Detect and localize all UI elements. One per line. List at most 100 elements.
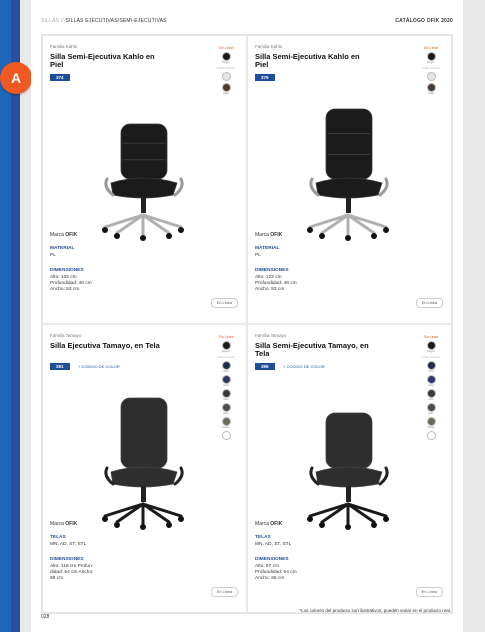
swatch-header: Sin Línea xyxy=(423,335,439,339)
brand-name: OFIK xyxy=(65,232,78,238)
product-card: Familia Kahlo Silla Semi-Ejecutiva Kahlo… xyxy=(247,35,452,324)
swatch-subheader: Sobre Pedido xyxy=(421,355,441,359)
product-photo xyxy=(83,91,203,241)
product-code: 375 xyxy=(255,74,275,81)
swatch-label: Café xyxy=(428,91,434,95)
color-swatch[interactable] xyxy=(221,431,231,440)
online-button[interactable]: En Línea xyxy=(415,298,443,308)
chair-image xyxy=(307,412,389,530)
brand-label: Marca xyxy=(50,232,64,238)
product-name: Silla Semi-Ejecutiva Tamayo, en Tela xyxy=(255,341,369,358)
product-name: Silla Ejecutiva Tamayo, en Tela xyxy=(50,341,160,350)
swatch-label: Negro xyxy=(222,60,230,64)
color-swatch[interactable] xyxy=(426,431,436,440)
product-code: 391 xyxy=(50,363,70,370)
product-family: Familia Kahlo xyxy=(50,44,78,49)
dimensions-value: Alto: 97 cm Profundidad: 54 cm Ancho: 68… xyxy=(255,564,297,581)
product-code: 395 xyxy=(255,363,275,370)
brand-name: OFIK xyxy=(65,521,78,527)
dimensions-value: Alto: 122 cm Profundidad: 48 cm Ancho: 5… xyxy=(255,275,297,292)
product-photo xyxy=(288,380,408,530)
swatch-label: Negro xyxy=(427,349,435,353)
annotation-badge: A xyxy=(0,62,32,94)
brand-line: Marca OFIK xyxy=(255,521,282,527)
color-code-link[interactable]: + CÓDIGO DE COLOR xyxy=(283,363,325,370)
dimensions-title: DIMENSIONES xyxy=(50,557,84,562)
swatch-label: Gris xyxy=(428,411,434,415)
swatch-label: Café xyxy=(223,91,229,95)
swatch-label: Verde xyxy=(427,425,435,429)
material-title: MATERIAL xyxy=(50,246,75,251)
breadcrumb-text: SILLAS EJECUTIVAS/SEMI-EJECUTIVAS xyxy=(65,18,167,24)
product-name: Silla Semi-Ejecutiva Kahlo en Piel xyxy=(50,52,155,69)
color-code-link[interactable]: + CÓDIGO DE COLOR xyxy=(78,363,120,370)
product-card: Familia Kahlo Silla Semi-Ejecutiva Kahlo… xyxy=(42,35,247,324)
swatch-header: Sin Línea xyxy=(218,335,234,339)
swatch-header: Sin Línea xyxy=(218,46,234,50)
swatch-label: Negro xyxy=(427,60,435,64)
swatch-column: Sin Línea Negro Sobre Pedido Café xyxy=(214,46,238,95)
brand-name: OFIK xyxy=(270,232,283,238)
swatch-column: Sin Línea Negro Sobre Pedido Azul Azul Gr… xyxy=(214,335,238,440)
catalog-title: CATÁLOGO OFIK 2020 xyxy=(395,18,453,24)
brand-label: Marca xyxy=(255,521,269,527)
brand-name: OFIK xyxy=(270,521,283,527)
brand-line: Marca OFIK xyxy=(50,232,77,238)
brand-line: Marca OFIK xyxy=(255,232,282,238)
online-button[interactable]: En Línea xyxy=(415,587,443,597)
dimensions-title: DIMENSIONES xyxy=(255,268,289,273)
chair-image xyxy=(307,108,389,241)
swatch-subheader: Sobre Pedido xyxy=(216,355,236,359)
catalog-page: SILLAS // SILLAS EJECUTIVAS/SEMI-EJECUTI… xyxy=(31,0,463,632)
material-value: PL xyxy=(50,253,56,258)
swatch-label: Verde xyxy=(222,425,230,429)
color-swatch[interactable] xyxy=(221,72,231,81)
breadcrumb-muted: SILLAS // xyxy=(41,18,64,24)
product-name: Silla Semi-Ejecutiva Kahlo en Piel xyxy=(255,52,360,69)
product-family: Familia Kahlo xyxy=(255,44,283,49)
brand-label: Marca xyxy=(50,521,64,527)
swatch-label: Gris xyxy=(223,397,229,401)
product-family: Familia Tamayo xyxy=(50,333,82,338)
chair-image xyxy=(102,123,184,241)
product-family: Familia Tamayo xyxy=(255,333,287,338)
swatch-header: Sin Línea xyxy=(423,46,439,50)
dimensions-value: Alto: 105 cm Profundidad: 48 cm Ancho: 5… xyxy=(50,275,92,292)
chair-image xyxy=(102,397,184,530)
swatch-label: Azul xyxy=(428,369,434,373)
swatch-subheader: Sobre Pedido xyxy=(216,66,236,70)
dimensions-title: DIMENSIONES xyxy=(50,268,84,273)
swatch-subheader: Sobre Pedido xyxy=(421,66,441,70)
swatch-column: Sin Línea Negro Sobre Pedido Azul Azul Gr… xyxy=(419,335,443,440)
material-value: MN, AD, ST, STL xyxy=(50,542,87,547)
product-code: 374 xyxy=(50,74,70,81)
color-swatch[interactable] xyxy=(426,72,436,81)
swatch-label: Gris xyxy=(428,397,434,401)
material-title: TELAS xyxy=(255,535,271,540)
swatch-label: Negro xyxy=(222,349,230,353)
product-photo xyxy=(288,91,408,241)
page-header: SILLAS // SILLAS EJECUTIVAS/SEMI-EJECUTI… xyxy=(41,18,453,28)
material-value: MN, AD, ST, STL xyxy=(255,542,292,547)
sidebar-stripe xyxy=(11,0,20,632)
material-title: MATERIAL xyxy=(255,246,280,251)
breadcrumb: SILLAS // SILLAS EJECUTIVAS/SEMI-EJECUTI… xyxy=(41,18,167,24)
swatch-label: Azul xyxy=(223,383,229,387)
swatch-label: Azul xyxy=(428,383,434,387)
swatch-label: Gris xyxy=(223,411,229,415)
product-grid: Familia Kahlo Silla Semi-Ejecutiva Kahlo… xyxy=(41,34,453,614)
brand-line: Marca OFIK xyxy=(50,521,77,527)
swatch-column: Sin Línea Negro Sobre Pedido Café xyxy=(419,46,443,95)
footer-note: *Los colores del producto son ilustrativ… xyxy=(299,608,451,613)
online-button[interactable]: En Línea xyxy=(210,587,238,597)
brand-label: Marca xyxy=(255,232,269,238)
product-photo xyxy=(83,380,203,530)
material-value: PL xyxy=(255,253,261,258)
material-title: TELAS xyxy=(50,535,66,540)
product-card: Familia Tamayo Silla Ejecutiva Tamayo, e… xyxy=(42,324,247,613)
page-number: 028 xyxy=(41,614,50,620)
dimensions-title: DIMENSIONES xyxy=(255,557,289,562)
swatch-label: Azul xyxy=(223,369,229,373)
dimensions-value: Alto: 118 cm Profun- didad: 54 cm Ancho:… xyxy=(50,564,94,581)
online-button[interactable]: En Línea xyxy=(210,298,238,308)
